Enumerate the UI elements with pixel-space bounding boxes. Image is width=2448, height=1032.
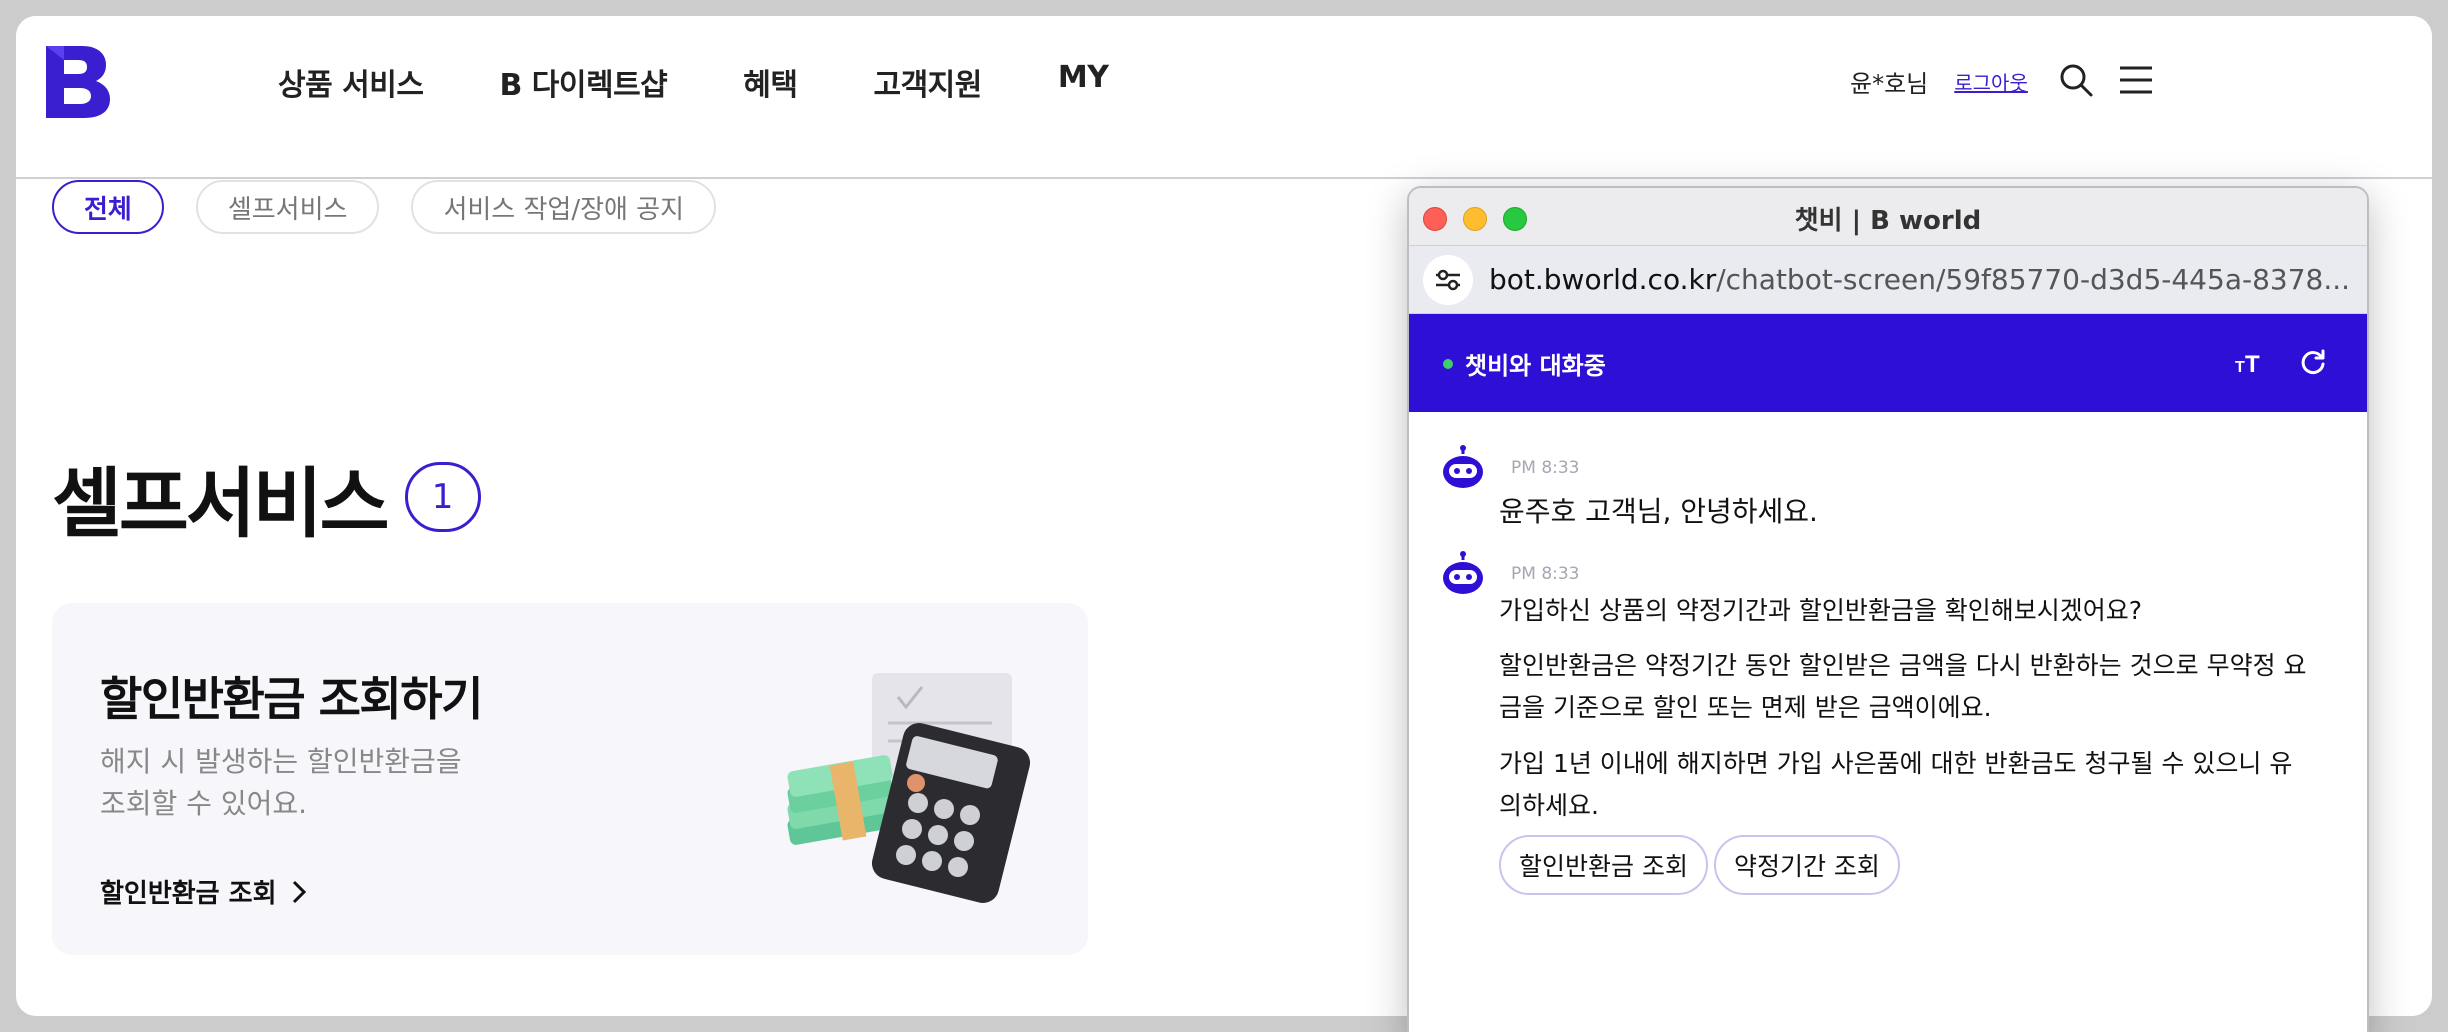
calculator-money-illustration: [787, 673, 1031, 903]
chip-all[interactable]: 전체: [52, 180, 164, 234]
nav-support[interactable]: 고객지원: [873, 60, 982, 104]
site-header: 상품 서비스 B 다이렉트샵 혜택 고객지원 MY 윤*호님 로그아웃: [16, 16, 2432, 179]
message-paragraph-2: 할인반환금은 약정기간 동안 할인받은 금액을 다시 반환하는 것으로 무약정 …: [1499, 651, 2307, 722]
count-badge: 1: [404, 462, 481, 532]
url-bar[interactable]: bot.bworld.co.kr/chatbot-screen/59f85770…: [1409, 246, 2367, 314]
chip-self-service[interactable]: 셀프서비스: [195, 180, 380, 234]
card-desc-line1: 해지 시 발생하는 할인반환금을: [100, 745, 462, 778]
hamburger-menu-icon[interactable]: [2116, 60, 2156, 100]
chatbot-avatar-icon: [1443, 445, 1483, 488]
svg-text:T: T: [2235, 359, 2245, 376]
window-title: 챗비 | B world: [1794, 206, 1982, 236]
nav-my[interactable]: MY: [1058, 60, 1109, 104]
nav-benefits[interactable]: 혜택: [743, 60, 798, 104]
refund-lookup-link-label: 할인반환금 조회: [100, 879, 277, 909]
card-title: 할인반환금 조회하기: [100, 672, 483, 726]
section-heading: 셀프서비스 1: [52, 442, 481, 552]
chat-status: 챗비와 대화중: [1443, 346, 1606, 381]
quick-reply-contract-lookup[interactable]: 약정기간 조회: [1713, 835, 1900, 895]
site-settings-icon[interactable]: [1423, 254, 1473, 305]
window-titlebar: 챗비 | B world: [1409, 188, 2367, 246]
message-text: 윤주호 고객님, 안녕하세요.: [1499, 495, 1818, 528]
chatbot-browser-window: 챗비 | B world bot.bworld.co.kr/chatbot-sc…: [1407, 186, 2369, 1032]
message-time: PM 8:33: [1511, 564, 1580, 584]
chatbot-avatar-icon: [1443, 551, 1483, 594]
user-area: 윤*호님 로그아웃: [1850, 64, 2028, 99]
font-size-icon[interactable]: T T: [2233, 346, 2269, 378]
refund-lookup-card[interactable]: 할인반환금 조회하기 해지 시 발생하는 할인반환금을 조회할 수 있어요. 할…: [52, 603, 1088, 955]
url-host: bot.bworld.co.kr: [1489, 263, 1717, 296]
chip-service-notice[interactable]: 서비스 작업/장애 공지: [411, 180, 717, 234]
quick-replies: 할인반환금 조회 약정기간 조회: [1499, 835, 1900, 895]
message-paragraph-3: 가입 1년 이내에 해지하면 가입 사은품에 대한 반환금도 청구될 수 있으니…: [1499, 749, 2293, 820]
filter-chips: 전체 셀프서비스 서비스 작업/장애 공지: [52, 180, 717, 234]
card-desc-line2: 조회할 수 있어요.: [100, 787, 308, 820]
user-name: 윤*호님: [1850, 70, 1929, 98]
chat-body[interactable]: PM 8:33 윤주호 고객님, 안녕하세요. PM 8:33 가입하신 상품의…: [1409, 414, 2367, 1032]
svg-text:T: T: [2245, 351, 2260, 378]
chat-header: 챗비와 대화중 T T: [1409, 314, 2367, 412]
card-description: 해지 시 발생하는 할인반환금을 조회할 수 있어요.: [100, 741, 520, 825]
section-title: 셀프서비스: [52, 459, 390, 548]
logout-link[interactable]: 로그아웃: [1954, 67, 2028, 96]
online-status-dot: [1443, 358, 1453, 369]
refund-lookup-link[interactable]: 할인반환금 조회: [100, 873, 307, 910]
nav-products[interactable]: 상품 서비스: [278, 60, 424, 104]
message-paragraph-1: 가입하신 상품의 약정기간과 할인반환금을 확인해보시겠어요?: [1499, 596, 2143, 625]
chevron-right-icon: [292, 880, 306, 903]
brand-logo[interactable]: [46, 46, 110, 118]
chat-status-label: 챗비와 대화중: [1465, 352, 1606, 380]
refresh-icon[interactable]: [2297, 346, 2329, 378]
nav-direct-shop[interactable]: B 다이렉트샵: [499, 60, 667, 104]
quick-reply-refund-lookup[interactable]: 할인반환금 조회: [1499, 835, 1708, 895]
message-time: PM 8:33: [1511, 458, 1580, 478]
main-nav: 상품 서비스 B 다이렉트샵 혜택 고객지원 MY: [278, 60, 1184, 104]
url-text[interactable]: bot.bworld.co.kr/chatbot-screen/59f85770…: [1489, 263, 2350, 296]
url-path: /chatbot-screen/59f85770-d3d5-445a-8378.…: [1716, 263, 2351, 296]
search-icon[interactable]: [2056, 60, 2096, 100]
